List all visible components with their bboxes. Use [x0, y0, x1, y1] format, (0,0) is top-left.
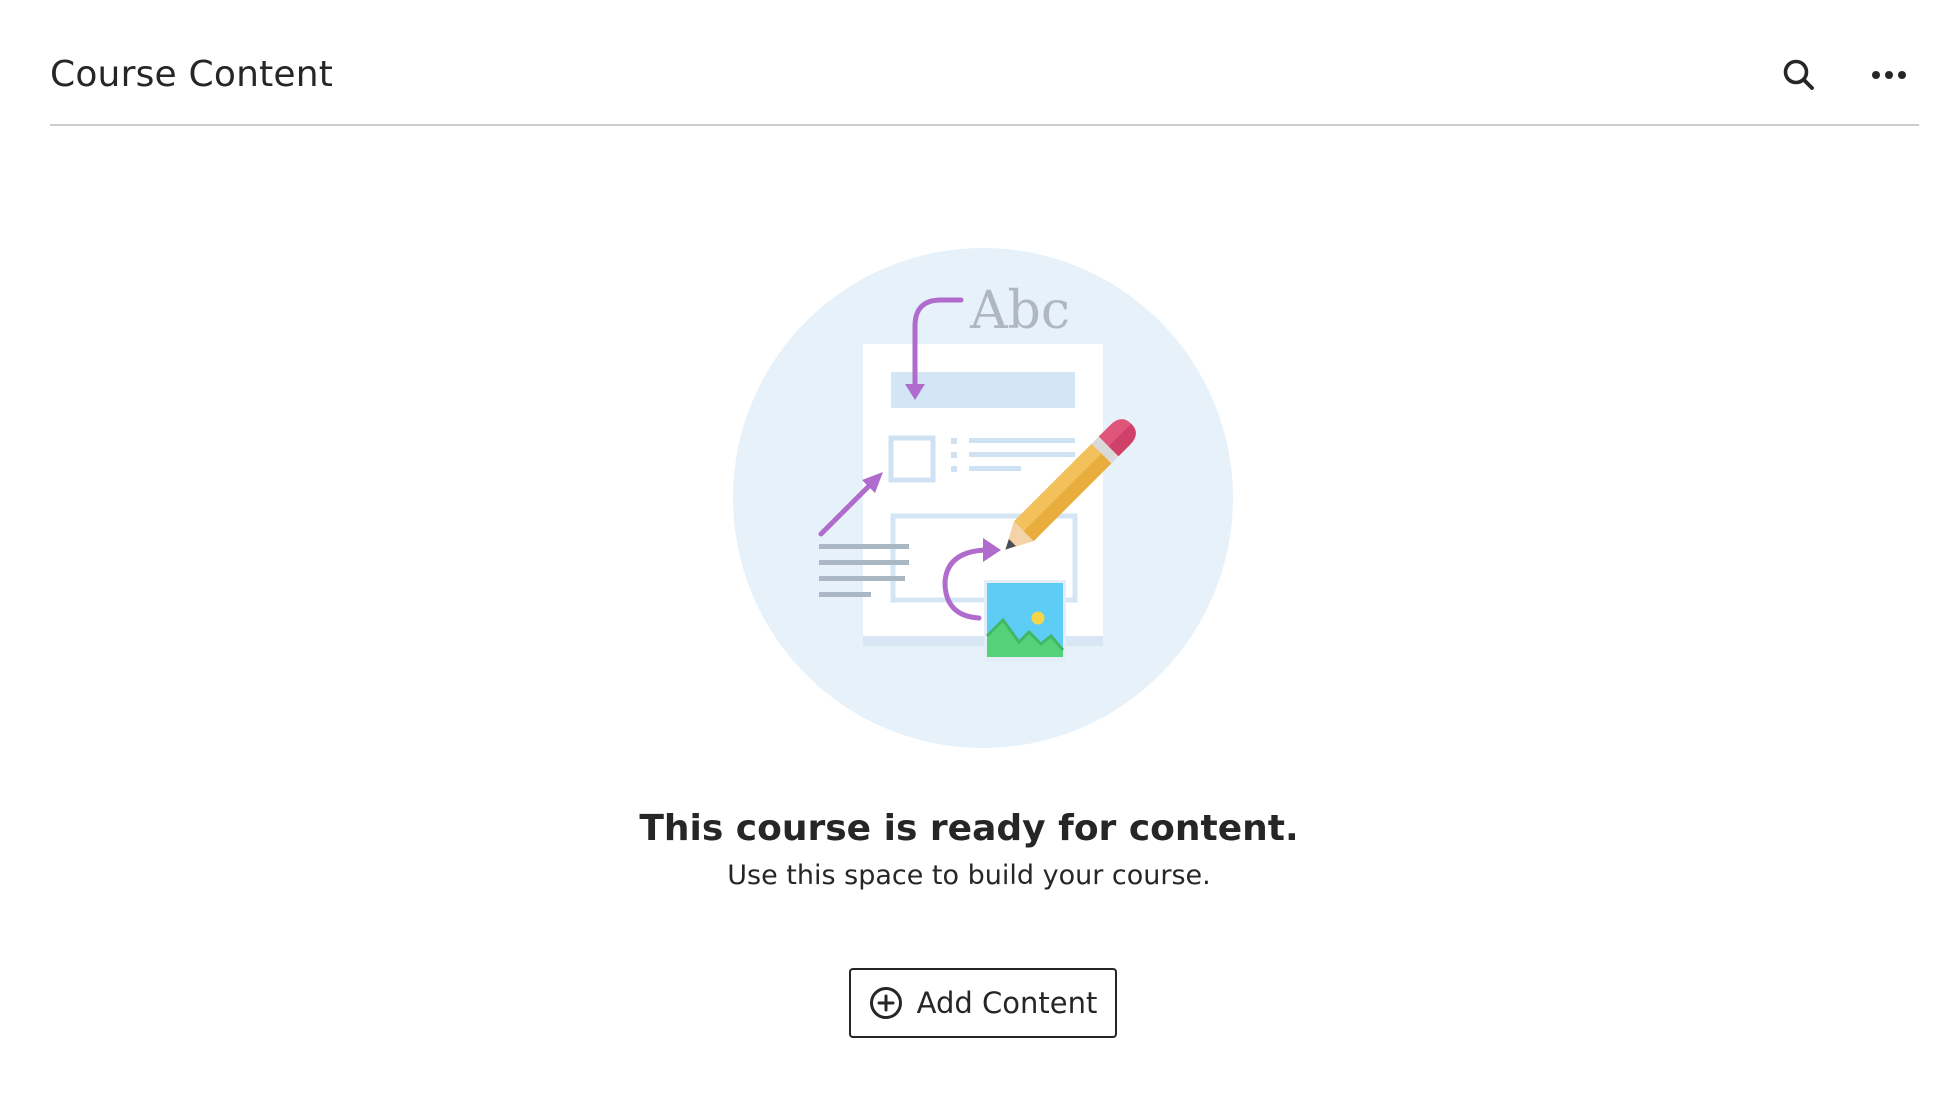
more-options-icon [1872, 71, 1906, 79]
plus-circle-icon [869, 987, 902, 1019]
page-header: Course Content [50, 0, 1919, 126]
course-content-page: Course Content Abc This course is ready … [0, 0, 1938, 1098]
add-content-button[interactable]: Add Content [849, 968, 1117, 1038]
empty-state-subtitle: Use this space to build your course. [727, 860, 1211, 891]
add-content-label: Add Content [916, 986, 1098, 1020]
empty-course-illustration: Abc [733, 248, 1233, 748]
search-button[interactable] [1769, 50, 1829, 100]
header-actions [1769, 50, 1919, 100]
abc-label: Abc [969, 281, 1070, 341]
empty-state-title: This course is ready for content. [639, 808, 1299, 849]
search-icon [1783, 59, 1814, 90]
more-options-button[interactable] [1859, 50, 1919, 100]
page-title: Course Content [50, 54, 334, 95]
